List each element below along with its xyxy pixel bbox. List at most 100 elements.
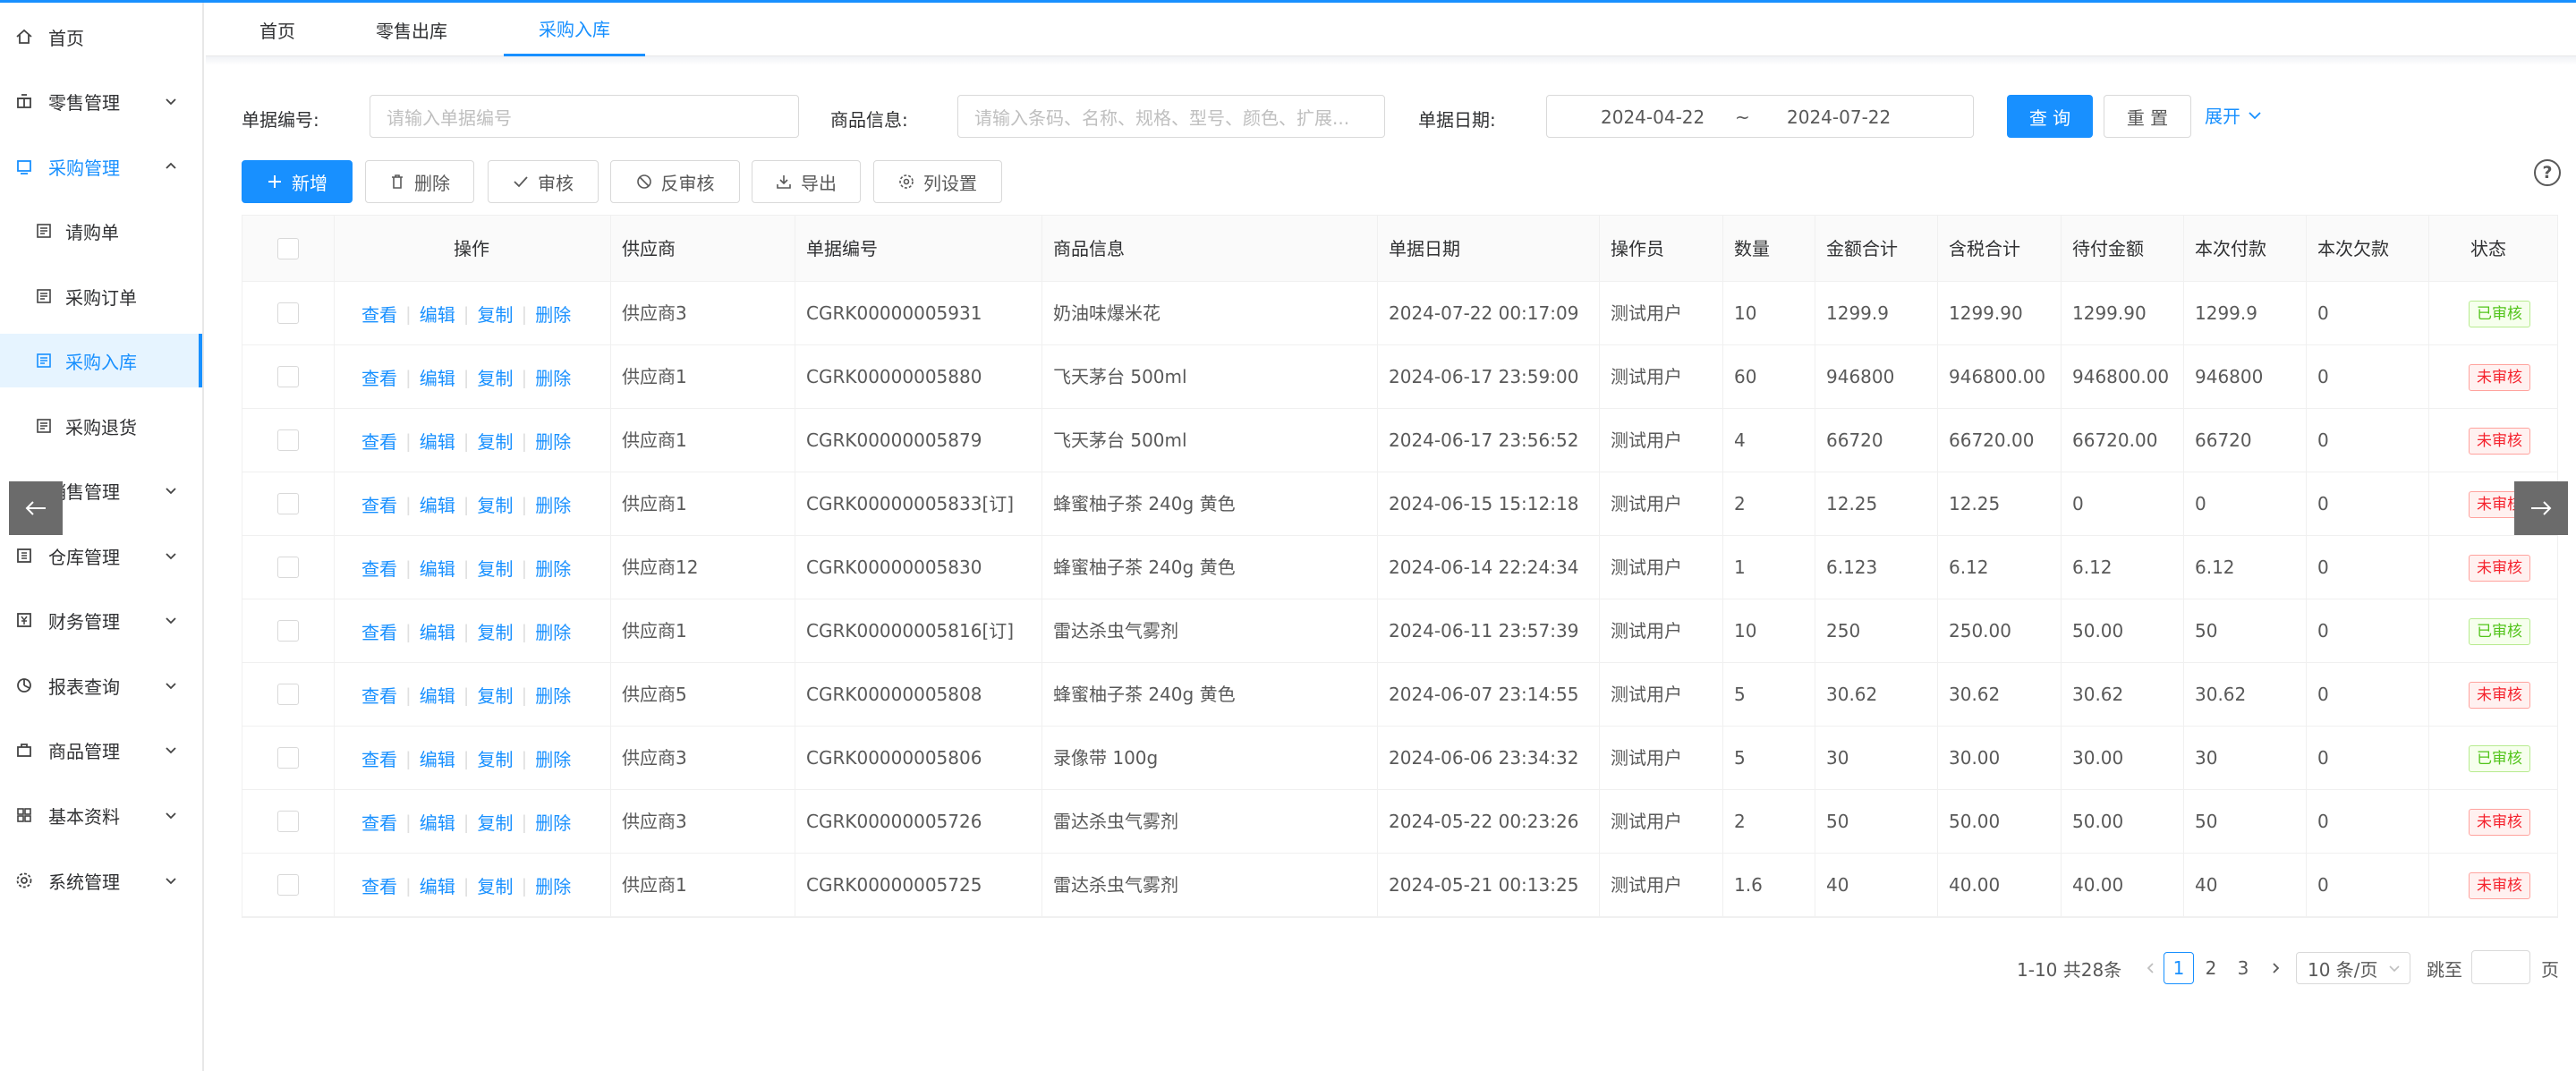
- delete-button[interactable]: 删除: [365, 160, 474, 203]
- row-copy-link[interactable]: 复制: [478, 809, 514, 835]
- row-copy-link[interactable]: 复制: [478, 745, 514, 771]
- date-start[interactable]: 2024-04-22: [1601, 106, 1705, 128]
- row-checkbox[interactable]: [277, 429, 299, 451]
- row-delete-link[interactable]: 删除: [535, 682, 571, 708]
- row-delete-link[interactable]: 删除: [535, 555, 571, 581]
- sidebar-item-purchase-inbound[interactable]: 采购入库: [0, 334, 202, 387]
- export-button[interactable]: 导出: [752, 160, 861, 203]
- table-row[interactable]: 查看 | 编辑 | 复制 | 删除 供应商5 CGRK00000005808 蜂蜜柚子茶 240g…: [242, 663, 2557, 727]
- row-edit-link[interactable]: 编辑: [420, 682, 455, 708]
- page-3[interactable]: 3: [2228, 952, 2258, 984]
- table-row[interactable]: 查看 | 编辑 | 复制 | 删除 供应商3 CGRK00000005931 奶油味爆米花 2024…: [242, 282, 2557, 345]
- row-copy-link[interactable]: 复制: [478, 872, 514, 898]
- prev-page-icon[interactable]: [2135, 952, 2165, 984]
- sidebar-item-warehouse[interactable]: 仓库管理: [0, 529, 202, 582]
- row-checkbox[interactable]: [277, 557, 299, 578]
- sidebar-item-purchase[interactable]: 采购管理: [0, 140, 202, 193]
- row-copy-link[interactable]: 复制: [478, 491, 514, 517]
- table-row[interactable]: 查看 | 编辑 | 复制 | 删除 供应商3 CGRK00000005806 录像带 100g 20…: [242, 727, 2557, 790]
- sidebar-item-purchase-return[interactable]: 采购退货: [0, 399, 202, 453]
- table-row[interactable]: 查看 | 编辑 | 复制 | 删除 供应商3 CGRK00000005726 雷达杀虫气雾剂 202…: [242, 790, 2557, 854]
- row-checkbox[interactable]: [277, 811, 299, 832]
- row-checkbox[interactable]: [277, 874, 299, 896]
- row-delete-link[interactable]: 删除: [535, 428, 571, 454]
- row-checkbox[interactable]: [277, 747, 299, 769]
- add-button[interactable]: 新增: [242, 160, 353, 203]
- query-button[interactable]: 查 询: [2007, 95, 2093, 138]
- sidebar-item-basic-data[interactable]: 基本资料: [0, 788, 202, 842]
- row-view-link[interactable]: 查看: [361, 682, 397, 708]
- sidebar-item-purchase-request[interactable]: 请购单: [0, 204, 202, 258]
- row-view-link[interactable]: 查看: [361, 555, 397, 581]
- select-all-checkbox[interactable]: [277, 238, 299, 259]
- next-page-icon[interactable]: [2261, 952, 2291, 984]
- row-view-link[interactable]: 查看: [361, 618, 397, 644]
- row-checkbox[interactable]: [277, 366, 299, 387]
- row-edit-link[interactable]: 编辑: [420, 745, 455, 771]
- column-settings-button[interactable]: 列设置: [873, 160, 1002, 203]
- audit-button[interactable]: 审核: [488, 160, 599, 203]
- row-view-link[interactable]: 查看: [361, 491, 397, 517]
- sidebar-item-home[interactable]: 首页: [0, 10, 202, 64]
- next-arrow-button[interactable]: [2514, 481, 2568, 535]
- row-copy-link[interactable]: 复制: [478, 428, 514, 454]
- row-checkbox[interactable]: [277, 684, 299, 705]
- sidebar-item-system[interactable]: 系统管理: [0, 854, 202, 907]
- table-row[interactable]: 查看 | 编辑 | 复制 | 删除 供应商1 CGRK00000005833[订] 蜂蜜柚子茶 2…: [242, 472, 2557, 536]
- tab-retail-outbound[interactable]: 零售出库: [349, 3, 474, 56]
- row-copy-link[interactable]: 复制: [478, 682, 514, 708]
- row-view-link[interactable]: 查看: [361, 301, 397, 327]
- row-copy-link[interactable]: 复制: [478, 364, 514, 390]
- row-edit-link[interactable]: 编辑: [420, 301, 455, 327]
- row-edit-link[interactable]: 编辑: [420, 555, 455, 581]
- row-delete-link[interactable]: 删除: [535, 364, 571, 390]
- row-delete-link[interactable]: 删除: [535, 618, 571, 644]
- sidebar-item-goods[interactable]: 商品管理: [0, 723, 202, 777]
- row-edit-link[interactable]: 编辑: [420, 428, 455, 454]
- date-end[interactable]: 2024-07-22: [1787, 106, 1891, 128]
- tab-home[interactable]: 首页: [233, 3, 322, 56]
- row-checkbox[interactable]: [277, 620, 299, 642]
- help-icon[interactable]: ?: [2534, 159, 2561, 186]
- table-row[interactable]: 查看 | 编辑 | 复制 | 删除 供应商1 CGRK00000005879 飞天茅台 500ml…: [242, 409, 2557, 472]
- table-row[interactable]: 查看 | 编辑 | 复制 | 删除 供应商12 CGRK00000005830 蜂蜜柚子茶 240…: [242, 536, 2557, 599]
- row-checkbox[interactable]: [277, 302, 299, 324]
- row-copy-link[interactable]: 复制: [478, 301, 514, 327]
- row-delete-link[interactable]: 删除: [535, 491, 571, 517]
- row-delete-link[interactable]: 删除: [535, 301, 571, 327]
- expand-link[interactable]: 展开: [2205, 102, 2262, 128]
- bill-no-input[interactable]: 请输入单据编号: [370, 95, 799, 138]
- row-edit-link[interactable]: 编辑: [420, 872, 455, 898]
- row-edit-link[interactable]: 编辑: [420, 618, 455, 644]
- sidebar-item-finance[interactable]: 财务管理: [0, 593, 202, 647]
- page-2[interactable]: 2: [2196, 952, 2226, 984]
- sidebar-item-retail[interactable]: 零售管理: [0, 74, 202, 128]
- row-view-link[interactable]: 查看: [361, 428, 397, 454]
- goods-info-input[interactable]: 请输入条码、名称、规格、型号、颜色、扩展...: [957, 95, 1385, 138]
- reset-button[interactable]: 重 置: [2104, 95, 2191, 138]
- jump-page-input[interactable]: [2471, 950, 2530, 984]
- row-edit-link[interactable]: 编辑: [420, 491, 455, 517]
- page-size-select[interactable]: 10 条/页: [2296, 952, 2410, 984]
- prev-arrow-button[interactable]: [9, 481, 63, 535]
- tab-purchase-inbound[interactable]: 采购入库: [504, 3, 645, 56]
- row-edit-link[interactable]: 编辑: [420, 364, 455, 390]
- row-delete-link[interactable]: 删除: [535, 745, 571, 771]
- table-row[interactable]: 查看 | 编辑 | 复制 | 删除 供应商1 CGRK00000005816[订] 雷达杀虫气雾剂…: [242, 599, 2557, 663]
- row-view-link[interactable]: 查看: [361, 364, 397, 390]
- unaudit-button[interactable]: 反审核: [610, 160, 740, 203]
- date-range-picker[interactable]: 2024-04-22 ~ 2024-07-22: [1546, 95, 1974, 138]
- row-delete-link[interactable]: 删除: [535, 872, 571, 898]
- row-edit-link[interactable]: 编辑: [420, 809, 455, 835]
- row-delete-link[interactable]: 删除: [535, 809, 571, 835]
- table-row[interactable]: 查看 | 编辑 | 复制 | 删除 供应商1 CGRK00000005880 飞天茅台 500ml…: [242, 345, 2557, 409]
- row-view-link[interactable]: 查看: [361, 745, 397, 771]
- page-1[interactable]: 1: [2164, 952, 2194, 984]
- sidebar-item-purchase-order[interactable]: 采购订单: [0, 269, 202, 323]
- row-copy-link[interactable]: 复制: [478, 618, 514, 644]
- row-view-link[interactable]: 查看: [361, 872, 397, 898]
- sidebar-item-reports[interactable]: 报表查询: [0, 659, 202, 712]
- table-row[interactable]: 查看 | 编辑 | 复制 | 删除 供应商1 CGRK00000005725 雷达杀虫气雾剂 202…: [242, 854, 2557, 917]
- row-copy-link[interactable]: 复制: [478, 555, 514, 581]
- row-view-link[interactable]: 查看: [361, 809, 397, 835]
